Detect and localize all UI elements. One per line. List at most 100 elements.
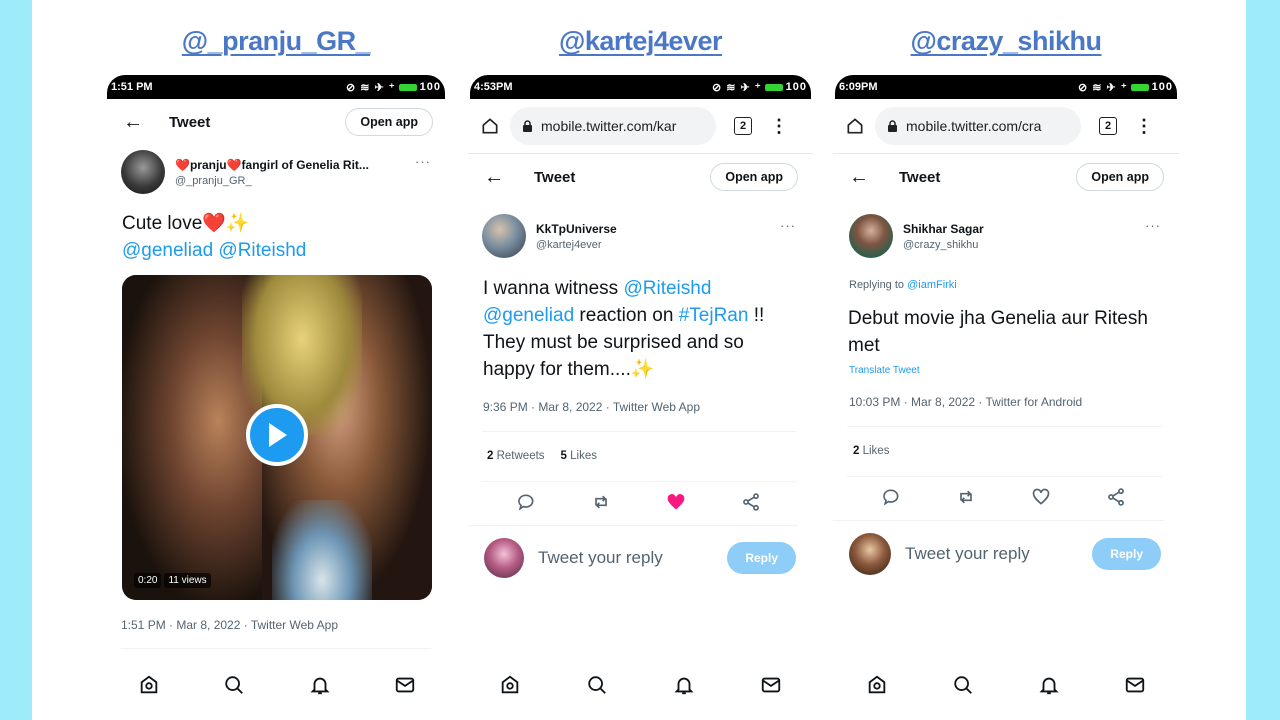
video-duration: 0:20 bbox=[134, 573, 162, 588]
browser-home-icon[interactable] bbox=[480, 116, 500, 136]
tweet-header: ← Tweet Open app bbox=[849, 163, 1164, 191]
tweet-meta: 10:03 PM · Mar 8, 2022 · Twitter for And… bbox=[849, 395, 1083, 409]
browser-menu-icon[interactable]: ⋮ bbox=[1135, 116, 1153, 137]
share-icon[interactable] bbox=[1104, 485, 1128, 509]
back-arrow-icon[interactable]: ← bbox=[123, 111, 149, 134]
author-name: KkTpUniverse bbox=[536, 221, 617, 236]
home-icon[interactable] bbox=[498, 673, 522, 697]
retweet-icon[interactable] bbox=[954, 485, 978, 509]
browser-menu-icon[interactable]: ⋮ bbox=[770, 116, 788, 137]
back-arrow-icon[interactable]: ← bbox=[849, 166, 875, 189]
open-app-button[interactable]: Open app bbox=[345, 108, 433, 136]
divider bbox=[847, 426, 1162, 427]
reply-input[interactable]: Tweet your reply bbox=[905, 544, 1078, 564]
search-icon[interactable] bbox=[222, 673, 246, 697]
tweet-actions bbox=[488, 490, 788, 514]
video-views: 11 views bbox=[164, 573, 211, 588]
tab-switcher-icon[interactable]: 2 bbox=[734, 117, 752, 135]
tweet-stats: 2 Retweets 5 Likes bbox=[487, 450, 597, 462]
reply-button[interactable]: Reply bbox=[1092, 538, 1161, 570]
author-name: Shikhar Sagar bbox=[903, 221, 984, 236]
tweet-mentions[interactable]: @geneliad @Riteishd bbox=[122, 237, 442, 264]
more-options-icon[interactable]: ··· bbox=[415, 154, 431, 169]
browser-home-icon[interactable] bbox=[845, 116, 865, 136]
share-icon[interactable] bbox=[739, 490, 763, 514]
divider bbox=[468, 525, 798, 526]
search-icon[interactable] bbox=[951, 673, 975, 697]
author-name: ❤️pranju❤️fangirl of Genelia Rit... bbox=[175, 157, 369, 172]
notifications-icon[interactable] bbox=[672, 673, 696, 697]
tweet-author[interactable]: ❤️pranju❤️fangirl of Genelia Rit... @_pr… bbox=[121, 150, 421, 194]
notifications-icon[interactable] bbox=[1037, 673, 1061, 697]
author-handle: @kartej4ever bbox=[536, 238, 602, 251]
mention-link[interactable]: @geneliad bbox=[483, 305, 574, 326]
status-bar: 1:51 PM ⊘ ≋ ✈ ⁺ 100 bbox=[107, 75, 445, 99]
status-bar: 6:09PM ⊘ ≋ ✈ ⁺ 100 bbox=[835, 75, 1177, 99]
tweet-meta: 1:51 PM · Mar 8, 2022 · Twitter Web App bbox=[121, 618, 338, 632]
tweet-video[interactable]: 0:20 11 views bbox=[122, 275, 432, 600]
tweet-author[interactable]: KkTpUniverse @kartej4ever bbox=[482, 214, 782, 258]
translate-link[interactable]: Translate Tweet bbox=[849, 365, 920, 376]
likes-stat[interactable]: 5 Likes bbox=[561, 450, 597, 462]
like-icon[interactable] bbox=[1029, 485, 1053, 509]
likes-stat[interactable]: 2 Likes bbox=[853, 445, 889, 457]
home-icon[interactable] bbox=[137, 673, 161, 697]
panel-shikhu: @crazy_shikhu 6:09PM ⊘ ≋ ✈ ⁺ 100 mobile.… bbox=[833, 0, 1179, 720]
liked-heart-icon[interactable] bbox=[664, 490, 688, 514]
panel-handle[interactable]: @crazy_shikhu bbox=[833, 26, 1179, 57]
hashtag-link[interactable]: #TejRan bbox=[679, 305, 749, 326]
reply-icon[interactable] bbox=[514, 490, 538, 514]
mention-link[interactable]: @Riteishd bbox=[623, 278, 711, 299]
divider bbox=[833, 520, 1164, 521]
browser-url-bar: mobile.twitter.com/kar 2 ⋮ bbox=[480, 107, 788, 145]
retweet-icon[interactable] bbox=[589, 490, 613, 514]
tab-switcher-icon[interactable]: 2 bbox=[1099, 117, 1117, 135]
open-app-button[interactable]: Open app bbox=[1076, 163, 1164, 191]
panel-handle[interactable]: @_pranju_GR_ bbox=[97, 26, 455, 57]
address-field[interactable]: mobile.twitter.com/kar bbox=[510, 107, 716, 145]
panel-handle[interactable]: @kartej4ever bbox=[468, 26, 813, 57]
reply-input[interactable]: Tweet your reply bbox=[538, 548, 713, 568]
address-field[interactable]: mobile.twitter.com/cra bbox=[875, 107, 1081, 145]
home-icon[interactable] bbox=[865, 673, 889, 697]
tweet-author[interactable]: Shikhar Sagar @crazy_shikhu bbox=[849, 214, 1149, 258]
divider bbox=[482, 431, 796, 432]
retweets-stat[interactable]: 2 Retweets bbox=[487, 450, 545, 462]
avatar[interactable] bbox=[121, 150, 165, 194]
tweet-actions bbox=[853, 485, 1153, 509]
status-icons: ⊘ ≋ ✈ ⁺ 100 bbox=[712, 81, 807, 94]
open-app-button[interactable]: Open app bbox=[710, 163, 798, 191]
reply-button[interactable]: Reply bbox=[727, 542, 796, 574]
more-options-icon[interactable]: ··· bbox=[1145, 218, 1161, 233]
battery-icon bbox=[398, 83, 417, 91]
back-arrow-icon[interactable]: ← bbox=[484, 166, 510, 189]
notifications-icon[interactable] bbox=[308, 673, 332, 697]
avatar[interactable] bbox=[849, 214, 893, 258]
status-icons: ⊘ ≋ ✈ ⁺ 100 bbox=[1078, 81, 1173, 94]
messages-icon[interactable] bbox=[1123, 673, 1147, 697]
divider bbox=[833, 153, 1179, 154]
status-time: 6:09PM bbox=[839, 81, 878, 93]
messages-icon[interactable] bbox=[759, 673, 783, 697]
divider bbox=[847, 476, 1162, 477]
divider bbox=[121, 648, 431, 649]
messages-icon[interactable] bbox=[393, 673, 417, 697]
battery-level: 100 bbox=[1151, 81, 1173, 93]
author-handle: @crazy_shikhu bbox=[903, 238, 979, 251]
video-frame-cloth bbox=[272, 500, 372, 600]
bottom-nav bbox=[498, 673, 783, 697]
avatar[interactable] bbox=[482, 214, 526, 258]
more-options-icon[interactable]: ··· bbox=[780, 218, 796, 233]
header-title: Tweet bbox=[534, 168, 576, 186]
url-text: mobile.twitter.com/cra bbox=[906, 118, 1042, 134]
status-time: 1:51 PM bbox=[111, 81, 153, 93]
search-icon[interactable] bbox=[585, 673, 609, 697]
avatar[interactable] bbox=[849, 533, 891, 575]
replying-to-link[interactable]: @iamFirki bbox=[907, 279, 957, 291]
avatar[interactable] bbox=[484, 538, 524, 578]
tweet-stats: 2 Likes bbox=[853, 445, 889, 457]
tweet-text-line: Cute love❤️✨ bbox=[122, 213, 250, 234]
play-icon[interactable] bbox=[246, 404, 308, 466]
reply-icon[interactable] bbox=[879, 485, 903, 509]
tweet-meta: 9:36 PM · Mar 8, 2022 · Twitter Web App bbox=[483, 400, 700, 414]
